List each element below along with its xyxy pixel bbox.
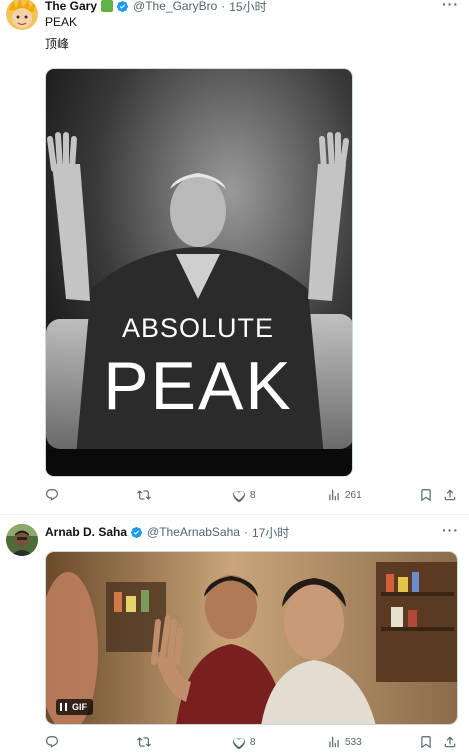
bookmark-icon <box>421 736 431 749</box>
tweet-text-line: PEAK <box>45 15 78 29</box>
tweet[interactable]: Arnab D. Saha @TheArnabSaha · 17小时 ··· G… <box>0 515 469 756</box>
image-caption-line2: PEAK <box>103 348 292 424</box>
like-button[interactable]: 8 <box>232 735 256 749</box>
views-button[interactable]: 261 <box>327 488 362 502</box>
green-square-emoji <box>101 0 114 12</box>
gif-badge[interactable]: GIF <box>56 699 93 715</box>
views-icon <box>329 489 339 501</box>
more-icon[interactable]: ··· <box>442 0 459 12</box>
bookmark-button[interactable] <box>419 488 433 502</box>
reply-icon <box>46 489 58 501</box>
like-count: 8 <box>250 489 256 501</box>
views-count: 261 <box>345 489 362 501</box>
reply-button[interactable] <box>45 735 63 749</box>
like-count: 8 <box>250 736 256 748</box>
share-button[interactable] <box>443 488 457 502</box>
views-icon <box>329 736 339 748</box>
avatar[interactable] <box>6 0 38 30</box>
action-bar: 8 533 <box>45 735 458 753</box>
tweet-gif[interactable]: GIF <box>45 551 458 725</box>
tweet-image[interactable]: ABSOLUTE PEAK <box>45 68 353 477</box>
tweet-text: PEAK 顶峰 <box>45 14 77 52</box>
timestamp[interactable]: 17小时 <box>252 524 289 541</box>
tweet-header: Arnab D. Saha @TheArnabSaha · 17小时 <box>45 523 289 541</box>
author-handle[interactable]: @The_GaryBro <box>133 0 217 13</box>
share-button[interactable] <box>443 735 457 749</box>
repost-icon <box>137 737 151 747</box>
repost-button[interactable] <box>137 488 155 502</box>
action-bar: 8 261 <box>45 488 458 506</box>
bookmark-button[interactable] <box>419 735 433 749</box>
avatar[interactable] <box>6 524 38 556</box>
share-icon <box>444 736 456 748</box>
reply-icon <box>46 736 58 748</box>
views-button[interactable]: 533 <box>327 735 362 749</box>
gif-label: GIF <box>72 702 87 712</box>
verified-icon <box>130 526 143 538</box>
author-name[interactable]: The Gary <box>45 0 97 13</box>
separator: · <box>221 0 226 13</box>
repost-icon <box>137 490 151 500</box>
image-caption-line1: ABSOLUTE <box>122 313 274 343</box>
more-icon[interactable]: ··· <box>442 522 459 538</box>
like-icon <box>233 490 245 502</box>
repost-button[interactable] <box>137 735 155 749</box>
author-name[interactable]: Arnab D. Saha <box>45 525 127 539</box>
tweet-text-line: 顶峰 <box>45 37 70 51</box>
like-icon <box>233 737 245 749</box>
tweet[interactable]: The Gary @The_GaryBro · 15小时 ··· PEAK 顶峰 <box>0 0 469 515</box>
separator: · <box>243 525 248 539</box>
like-button[interactable]: 8 <box>232 488 256 502</box>
views-count: 533 <box>345 736 362 748</box>
tweet-header: The Gary @The_GaryBro · 15小时 <box>45 0 267 15</box>
bookmark-icon <box>421 489 431 502</box>
timestamp[interactable]: 15小时 <box>229 0 266 15</box>
pause-icon[interactable] <box>60 703 67 711</box>
verified-icon <box>116 0 129 12</box>
author-handle[interactable]: @TheArnabSaha <box>147 525 240 539</box>
share-icon <box>444 489 456 501</box>
reply-button[interactable] <box>45 488 63 502</box>
